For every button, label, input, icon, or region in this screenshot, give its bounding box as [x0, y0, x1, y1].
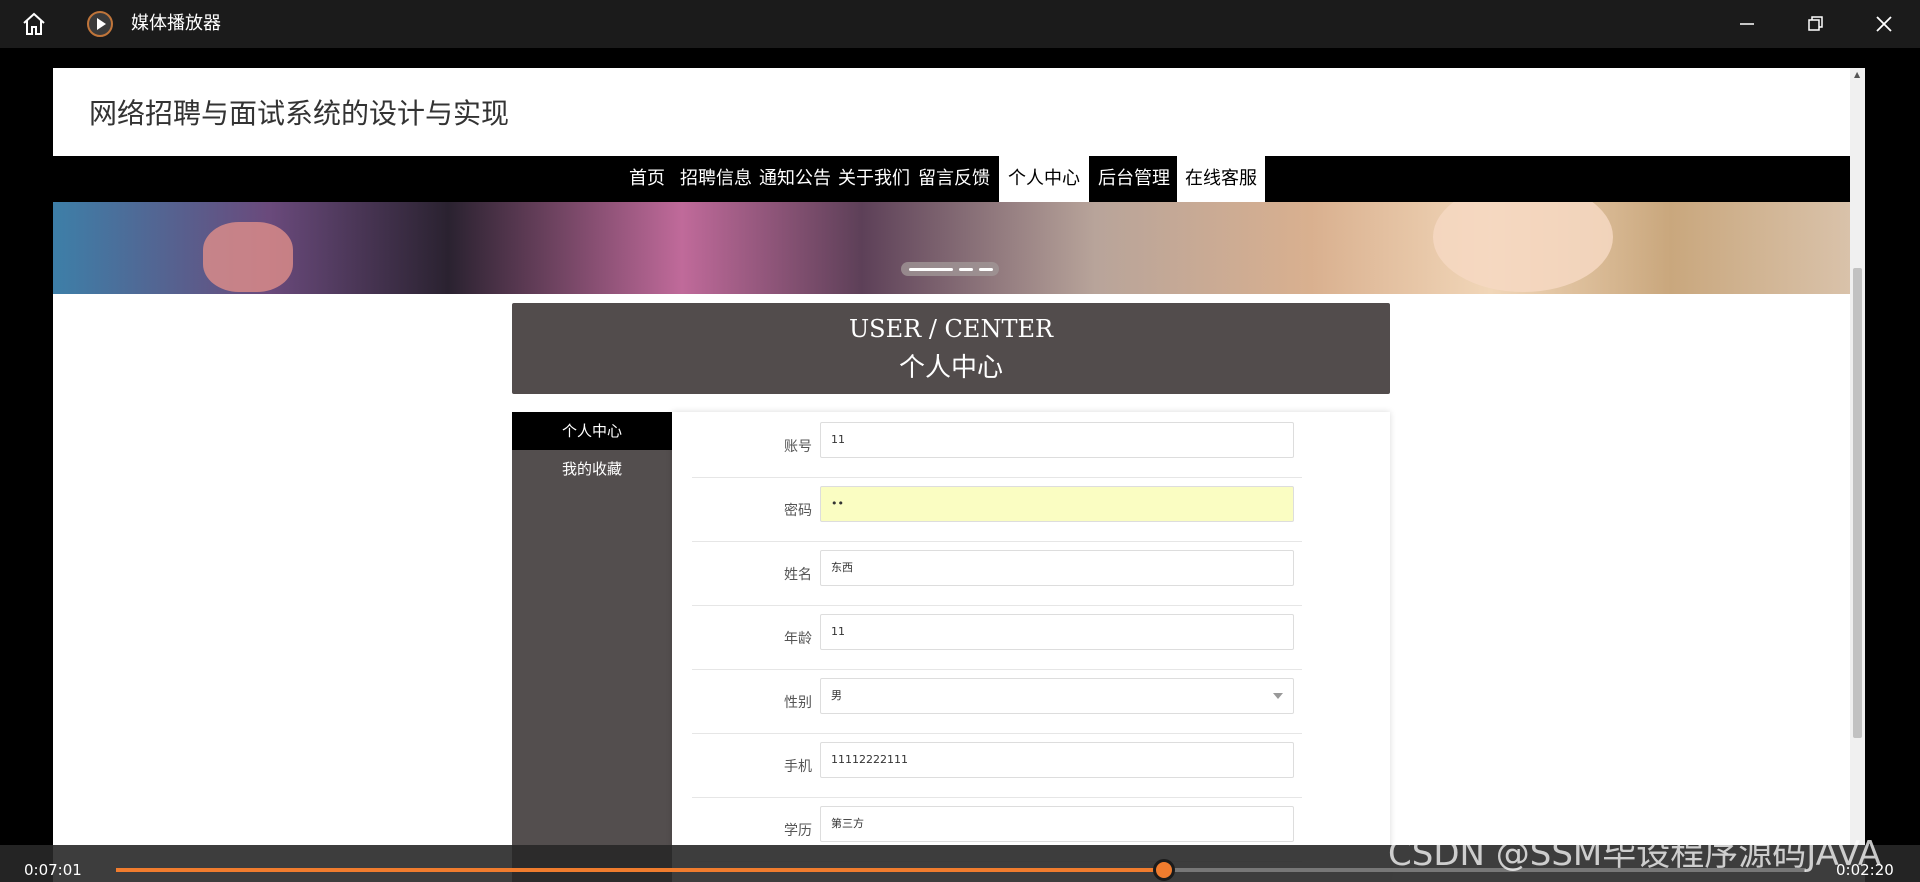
- media-player-logo-icon: [87, 11, 113, 37]
- form-row-account: 账号 11: [692, 414, 1302, 478]
- side-item-favorites[interactable]: 我的收藏: [512, 450, 672, 488]
- name-label: 姓名: [784, 567, 812, 583]
- site-title: 网络招聘与面试系统的设计与实现: [89, 97, 510, 130]
- chevron-down-icon: [1273, 693, 1283, 699]
- gender-label: 性别: [784, 695, 812, 711]
- form-row-name: 姓名 东西: [692, 542, 1302, 606]
- nav-home[interactable]: 首页: [625, 156, 669, 202]
- carousel-indicator[interactable]: [901, 262, 999, 276]
- gender-select[interactable]: 男: [820, 678, 1294, 714]
- user-center-header: USER / CENTER 个人中心: [512, 303, 1390, 394]
- banner-decoration: [1433, 202, 1613, 292]
- banner-image: [53, 202, 1850, 294]
- nav-jobs[interactable]: 招聘信息: [679, 156, 753, 202]
- player-titlebar: 媒体播放器: [0, 0, 1920, 48]
- form-row-password: 密码 ••: [692, 478, 1302, 542]
- side-item-profile[interactable]: 个人中心: [512, 412, 672, 450]
- name-input[interactable]: 东西: [820, 550, 1294, 586]
- password-label: 密码: [784, 503, 812, 519]
- carousel-dot[interactable]: [959, 268, 973, 271]
- gender-value: 男: [831, 689, 842, 702]
- nav-online-service[interactable]: 在线客服: [1177, 156, 1265, 202]
- education-label: 学历: [784, 823, 812, 839]
- account-input[interactable]: 11: [820, 422, 1294, 458]
- profile-form: 账号 11 密码 •• 姓名 东西 年龄 11 性别 男 手机 11112222…: [672, 412, 1390, 882]
- carousel-dot[interactable]: [979, 268, 993, 271]
- user-center-sidebar: 个人中心 我的收藏: [512, 412, 672, 882]
- watermark-text: CSDN @SSM毕设程序源码JAVA: [1388, 834, 1882, 874]
- form-row-age: 年龄 11: [692, 606, 1302, 670]
- video-frame: 网络招聘与面试系统的设计与实现 首页 招聘信息 通知公告 关于我们 留言反馈 个…: [53, 68, 1865, 882]
- seek-bar-progress: [116, 868, 1164, 872]
- password-input[interactable]: ••: [820, 486, 1294, 522]
- user-center-heading-zh: 个人中心: [898, 353, 1003, 383]
- scroll-thumb[interactable]: [1853, 268, 1862, 738]
- restore-icon[interactable]: [1799, 8, 1831, 40]
- phone-input[interactable]: 11112222111: [820, 742, 1294, 778]
- form-row-phone: 手机 11112222111: [692, 734, 1302, 798]
- nav-admin[interactable]: 后台管理: [1091, 156, 1177, 202]
- age-label: 年龄: [784, 631, 812, 647]
- player-title: 媒体播放器: [131, 13, 221, 34]
- minimize-icon[interactable]: [1731, 8, 1763, 40]
- account-label: 账号: [784, 439, 812, 455]
- main-nav: 首页 招聘信息 通知公告 关于我们 留言反馈 个人中心 后台管理 在线客服: [53, 156, 1850, 202]
- form-row-gender: 性别 男: [692, 670, 1302, 734]
- page-scrollbar[interactable]: ▲: [1850, 68, 1865, 882]
- close-icon[interactable]: [1868, 8, 1900, 40]
- nav-user-center[interactable]: 个人中心: [999, 156, 1089, 202]
- time-elapsed: 0:07:01: [24, 861, 82, 879]
- carousel-dot-active[interactable]: [909, 268, 953, 271]
- nav-about[interactable]: 关于我们: [837, 156, 911, 202]
- nav-feedback[interactable]: 留言反馈: [915, 156, 993, 202]
- age-input[interactable]: 11: [820, 614, 1294, 650]
- home-icon[interactable]: [20, 10, 48, 38]
- phone-label: 手机: [784, 759, 812, 775]
- scroll-up-icon[interactable]: ▲: [1854, 70, 1860, 79]
- seek-handle[interactable]: [1152, 859, 1175, 881]
- user-center-heading-en: USER / CENTER: [848, 315, 1054, 343]
- banner-decoration: [203, 222, 293, 292]
- education-input[interactable]: 第三方: [820, 806, 1294, 842]
- nav-notices[interactable]: 通知公告: [757, 156, 833, 202]
